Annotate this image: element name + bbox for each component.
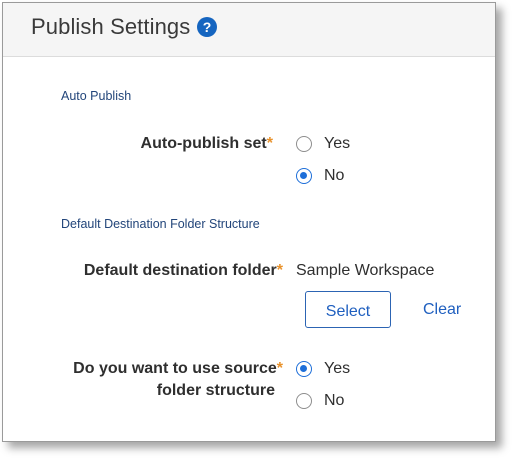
publish-settings-panel: Publish Settings ? Auto Publish Auto-pub… — [2, 2, 496, 442]
select-button[interactable]: Select — [305, 291, 391, 328]
auto-publish-label: Auto-publish set* — [141, 133, 273, 155]
page-title: Publish Settings — [31, 14, 191, 39]
radio-label: No — [324, 392, 345, 409]
required-marker: * — [276, 262, 283, 279]
source-structure-yes-radio[interactable] — [296, 361, 312, 377]
destination-folder-label: Default destination folder* — [84, 260, 283, 282]
source-structure-label-line2: folder structure — [156, 382, 275, 399]
required-marker: * — [276, 360, 283, 377]
destination-folder-value: Sample Workspace — [296, 262, 435, 279]
source-structure-yes-option[interactable]: Yes — [296, 358, 350, 380]
section-title-destination: Default Destination Folder Structure — [61, 217, 260, 231]
source-structure-no-option[interactable]: No — [296, 390, 344, 412]
source-structure-label-line1-text: Do you want to use source — [73, 360, 277, 377]
help-icon[interactable]: ? — [197, 17, 217, 37]
source-structure-label-line1: Do you want to use source* — [73, 358, 283, 380]
clear-link[interactable]: Clear — [423, 301, 461, 319]
auto-publish-no-radio[interactable] — [296, 168, 312, 184]
auto-publish-no-option[interactable]: No — [296, 165, 344, 187]
radio-label: No — [324, 167, 345, 184]
section-title-auto-publish: Auto Publish — [61, 89, 132, 103]
source-structure-label: Do you want to use source* folder struct… — [73, 358, 283, 402]
destination-folder-label-text: Default destination folder — [83, 262, 277, 279]
radio-label: Yes — [324, 360, 351, 377]
panel-header: Publish Settings ? — [3, 3, 495, 57]
required-marker: * — [266, 135, 273, 152]
source-structure-no-radio[interactable] — [296, 393, 312, 409]
radio-label: Yes — [324, 135, 351, 152]
auto-publish-label-text: Auto-publish set — [140, 135, 267, 152]
auto-publish-yes-option[interactable]: Yes — [296, 133, 350, 155]
auto-publish-yes-radio[interactable] — [296, 136, 312, 152]
